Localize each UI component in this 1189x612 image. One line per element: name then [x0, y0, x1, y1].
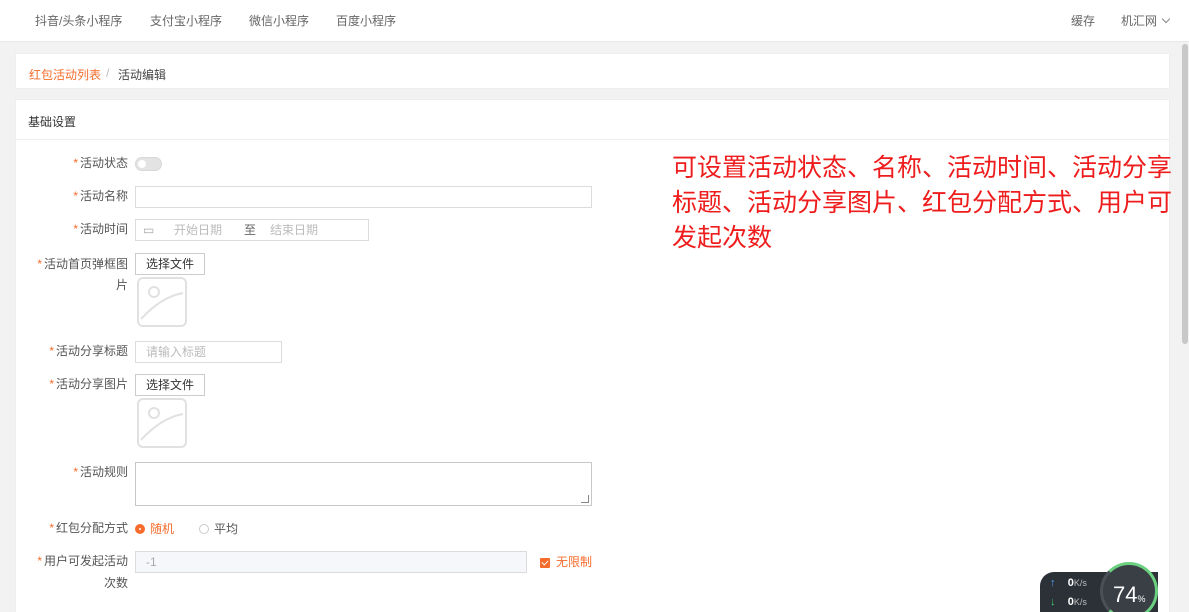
section-title: 基础设置 — [28, 115, 77, 129]
download-unit: K/s — [1073, 597, 1087, 607]
nav-baidu-miniapp[interactable]: 百度小程序 — [336, 0, 396, 42]
radio-random-label[interactable]: 随机 — [150, 522, 174, 536]
cache-button[interactable]: 缓存 — [1071, 0, 1095, 42]
start-date-input[interactable]: 开始日期 — [174, 220, 222, 240]
nav-douyin-miniapp[interactable]: 抖音/头条小程序 — [35, 0, 122, 42]
image-placeholder-icon — [137, 277, 187, 327]
popup-image-label-cont: 片 — [115, 278, 128, 292]
card-header: 基础设置 — [16, 100, 1169, 140]
upload-unit: K/s — [1073, 578, 1087, 588]
name-input[interactable] — [135, 186, 592, 208]
breadcrumb-link-list[interactable]: 红包活动列表 — [29, 66, 101, 83]
nav-alipay-miniapp[interactable]: 支付宝小程序 — [150, 0, 222, 42]
status-label: * 活动状态 — [73, 156, 128, 170]
image-placeholder-icon — [137, 398, 187, 448]
radio-average[interactable] — [199, 524, 209, 534]
nav-wechat-miniapp[interactable]: 微信小程序 — [249, 0, 309, 42]
rules-label: * 活动规则 — [73, 465, 128, 479]
time-label: * 活动时间 — [73, 222, 128, 236]
share-title-label: * 活动分享标题 — [49, 344, 128, 358]
unlimited-label[interactable]: 无限制 — [556, 555, 592, 569]
popup-image-label: * 活动首页弹框图 — [37, 257, 128, 271]
share-image-file-button[interactable]: 选择文件 — [135, 374, 205, 396]
breadcrumb-separator: / — [106, 66, 110, 80]
end-date-input[interactable]: 结束日期 — [270, 220, 318, 240]
share-image-label: * 活动分享图片 — [49, 377, 128, 391]
count-label-cont: 次数 — [103, 576, 128, 590]
user-name: 机汇网 — [1121, 14, 1158, 28]
breadcrumb-current: 活动编辑 — [118, 68, 167, 82]
top-navbar: 抖音/头条小程序 支付宝小程序 微信小程序 百度小程序 缓存 机汇网 — [0, 0, 1189, 42]
name-label: * 活动名称 — [73, 189, 128, 203]
rules-textarea[interactable] — [135, 462, 592, 506]
download-arrow-icon: ↓ — [1050, 596, 1056, 608]
popup-image-file-button[interactable]: 选择文件 — [135, 253, 205, 275]
usage-percent: 74% — [1113, 582, 1146, 607]
annotation-text: 可设置活动状态、名称、活动时间、活动分享标题、活动分享图片、红包分配方式、用户可… — [672, 153, 1173, 252]
radio-random[interactable] — [135, 524, 145, 534]
count-input[interactable]: -1 — [135, 551, 527, 573]
share-title-input[interactable]: 请输入标题 — [135, 341, 282, 363]
count-label: * 用户可发起活动 — [37, 554, 128, 568]
user-menu[interactable]: 机汇网 — [1121, 0, 1171, 42]
date-separator: 至 — [244, 223, 257, 237]
resize-grip-icon[interactable] — [581, 495, 589, 503]
date-range-picker[interactable]: ▭ 开始日期 至 结束日期 — [135, 219, 369, 241]
image-icon — [140, 407, 184, 441]
calendar-icon: ▭ — [143, 223, 155, 237]
chevron-down-icon — [1161, 14, 1171, 24]
radio-average-label[interactable]: 平均 — [214, 522, 238, 536]
distribution-label: * 红包分配方式 — [49, 521, 128, 535]
status-toggle[interactable] — [135, 157, 162, 171]
unlimited-checkbox[interactable] — [540, 558, 550, 568]
image-icon — [140, 286, 184, 320]
upload-arrow-icon: ↑ — [1050, 577, 1056, 589]
breadcrumb: 红包活动列表 / 活动编辑 — [15, 53, 1170, 89]
